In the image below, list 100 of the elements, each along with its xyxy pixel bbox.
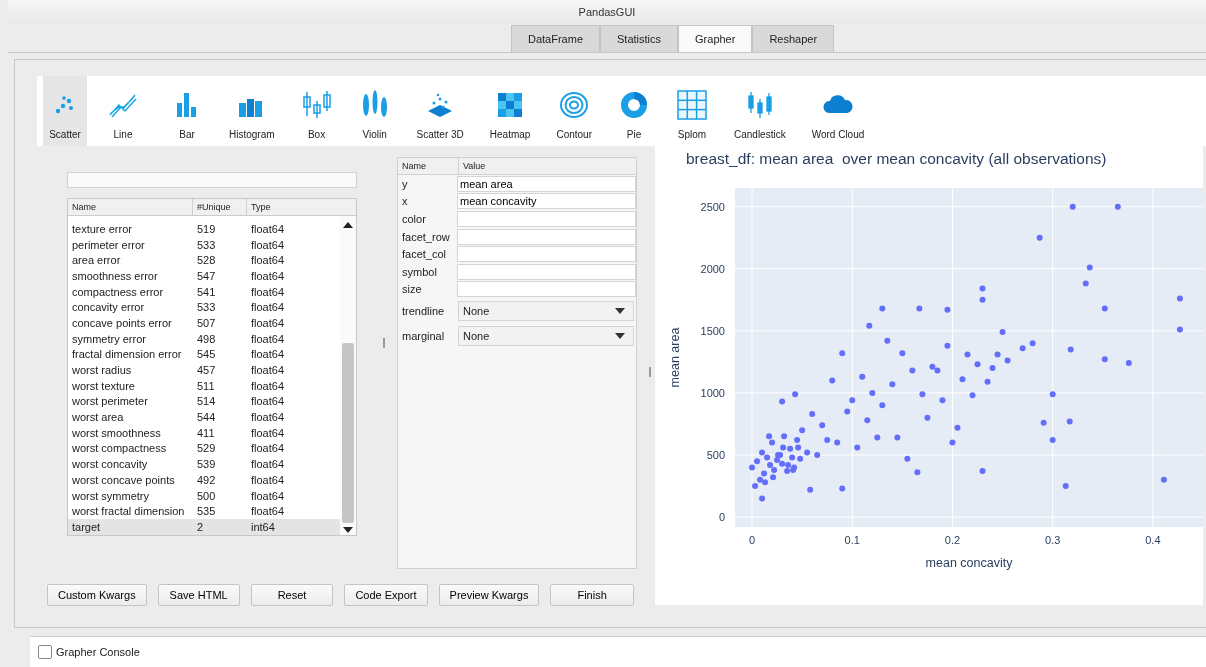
data-point — [1069, 203, 1076, 210]
table-row[interactable]: fractal dimension error 545 float64 — [68, 346, 340, 363]
data-point — [874, 434, 881, 441]
value-field[interactable]: mean concavity — [457, 193, 636, 210]
table-cell-text: 492 — [196, 473, 217, 486]
data-point — [814, 452, 821, 458]
tab[interactable]: DataFrame — [511, 25, 601, 52]
table-cell-text: worst symmetry — [71, 489, 150, 502]
table-row[interactable]: perimeter error 533 float64 — [68, 236, 340, 253]
kwarg-name: facet_row — [401, 230, 451, 243]
kwarg-name: facet_col — [401, 248, 448, 261]
kwarg-name: marginal — [401, 330, 446, 343]
data-point — [849, 397, 856, 404]
table-row[interactable]: worst texture 511 float64 — [68, 377, 340, 394]
table-cell-text: worst area — [71, 411, 125, 424]
dropdown[interactable]: None — [458, 301, 634, 322]
table-row[interactable]: worst concavity 539 float64 — [68, 456, 340, 472]
table-row[interactable]: symmetry error 498 float64 — [68, 330, 340, 347]
table-row[interactable]: smoothness error 547 float64 — [68, 268, 340, 284]
table-cell-text: float64 — [250, 238, 286, 251]
value-field[interactable] — [457, 246, 636, 263]
value-field[interactable] — [457, 211, 636, 227]
table-row[interactable]: worst compactness 529 float64 — [68, 440, 340, 457]
table-cell-text: float64 — [250, 379, 286, 392]
plot-type-button[interactable]: Line — [101, 76, 145, 146]
kwarg-name: trendline — [401, 305, 446, 318]
action-button[interactable]: Custom Kwargs — [47, 584, 147, 606]
data-point — [919, 391, 926, 398]
action-button[interactable]: Code Export — [344, 584, 428, 606]
table-row[interactable]: concave points error 507 float64 — [68, 315, 340, 331]
scrollbar[interactable] — [340, 216, 356, 535]
table-row[interactable]: worst symmetry 500 float64 — [68, 487, 340, 504]
table-row[interactable]: worst fractal dimension 535 float64 — [68, 503, 340, 520]
table-cell-text: float64 — [250, 301, 286, 314]
plot-type-button[interactable]: Scatter — [43, 76, 87, 146]
column-header[interactable]: Value — [459, 158, 490, 174]
table-cell-text: float64 — [250, 442, 286, 455]
value-field[interactable] — [457, 281, 636, 298]
table-row[interactable]: concavity error 533 float64 — [68, 299, 340, 316]
table-row[interactable]: worst area 544 float64 — [68, 409, 340, 425]
checkbox[interactable] — [38, 645, 52, 659]
action-button[interactable]: Finish — [550, 584, 634, 606]
plot-type-button[interactable]: Contour — [550, 76, 598, 146]
tab[interactable]: Statistics — [600, 25, 679, 52]
table-row[interactable]: worst concave points 492 float64 — [68, 472, 340, 488]
table-cell-text: 511 — [196, 379, 216, 392]
table-row[interactable]: texture error 519 float64 — [68, 221, 340, 237]
data-point — [979, 296, 986, 303]
data-point — [1101, 356, 1108, 363]
table-row[interactable]: target 2 int64 — [68, 519, 340, 535]
data-point — [839, 485, 846, 492]
data-point — [954, 424, 961, 431]
column-header[interactable]: Name — [398, 158, 459, 174]
table-cell-text: 533 — [196, 301, 217, 314]
plot-type-button[interactable]: Word Cloud — [805, 76, 871, 146]
column-header[interactable]: Type — [247, 199, 356, 215]
table-cell-text: worst fractal dimension — [71, 505, 186, 518]
scroll-up-icon[interactable] — [343, 222, 353, 228]
scroll-down-icon[interactable] — [343, 526, 353, 533]
plot-type-button[interactable]: Candlestick — [728, 76, 792, 146]
table-cell-text: area error — [71, 254, 122, 267]
plot-type-button[interactable]: Heatmap — [483, 76, 537, 146]
table-row[interactable]: compactness error 541 float64 — [68, 283, 340, 300]
table-row[interactable]: worst smoothness 411 float64 — [68, 424, 340, 441]
action-button[interactable]: Save HTML — [157, 584, 240, 606]
tab[interactable]: Reshaper — [752, 25, 835, 52]
plot-type-button[interactable]: Violin — [352, 76, 397, 146]
table-row[interactable]: worst radius 457 float64 — [68, 362, 340, 378]
column-header[interactable]: Name — [68, 199, 193, 215]
data-point — [969, 392, 976, 399]
splitter-handle[interactable] — [383, 338, 385, 348]
splitter-handle[interactable] — [649, 367, 651, 377]
table-cell-text: float64 — [250, 222, 286, 235]
plot-type-button[interactable]: Scatter 3D — [410, 76, 470, 146]
value-field[interactable] — [457, 263, 636, 280]
plot-type-button[interactable]: Splom — [670, 76, 714, 146]
scroll-thumb[interactable] — [342, 342, 354, 523]
column-header[interactable]: #Unique — [193, 199, 247, 215]
table-row[interactable]: worst perimeter 514 float64 — [68, 393, 340, 410]
action-button[interactable]: Preview Kwargs — [438, 584, 540, 606]
data-point — [859, 373, 866, 380]
search-field[interactable] — [67, 172, 357, 188]
plot-type-button[interactable]: Bar — [165, 76, 209, 146]
dropdown[interactable]: None — [458, 326, 634, 347]
table-row[interactable]: area error 528 float64 — [68, 252, 340, 269]
data-point — [1067, 346, 1074, 353]
data-point — [1036, 234, 1043, 241]
data-point — [924, 414, 931, 421]
plot-type-button[interactable]: Histogram — [223, 76, 281, 146]
value-field[interactable]: mean area — [457, 175, 636, 192]
tab[interactable]: Grapher — [678, 25, 753, 52]
table-cell-text: 411 — [196, 426, 216, 439]
table-cell-text: worst concave points — [71, 473, 176, 486]
value-field[interactable] — [457, 228, 636, 245]
action-button[interactable]: Reset — [250, 584, 334, 606]
x-tick-label: 0 — [748, 534, 756, 546]
plot-type-button[interactable]: Box — [294, 76, 339, 146]
data-point — [1049, 391, 1056, 398]
plot-type-button[interactable]: Pie — [612, 76, 656, 146]
data-point — [974, 361, 981, 368]
